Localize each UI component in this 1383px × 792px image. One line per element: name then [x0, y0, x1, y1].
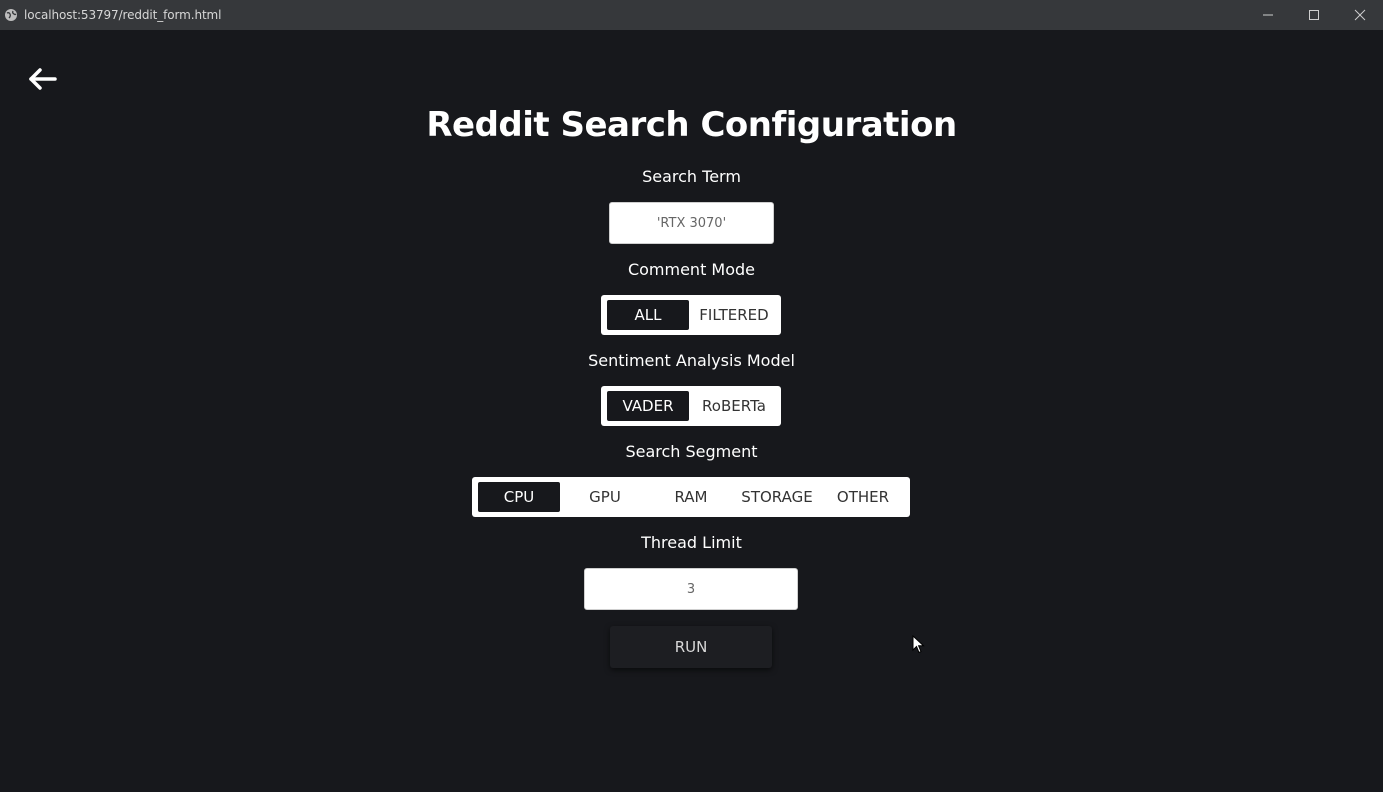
search-segment-toggle: CPU GPU RAM STORAGE OTHER [472, 477, 910, 517]
browser-titlebar: localhost:53797/reddit_form.html [0, 0, 1383, 30]
search-segment-option-storage[interactable]: STORAGE [736, 482, 818, 512]
search-segment-option-gpu[interactable]: GPU [564, 482, 646, 512]
minimize-icon [1263, 14, 1273, 16]
search-term-input[interactable] [609, 202, 774, 244]
search-segment-option-ram[interactable]: RAM [650, 482, 732, 512]
maximize-icon [1309, 10, 1319, 20]
back-button[interactable] [27, 65, 59, 93]
mouse-cursor-icon [912, 635, 925, 654]
page-content: Reddit Search Configuration Search Term … [0, 30, 1383, 792]
close-window-button[interactable] [1337, 0, 1383, 30]
comment-mode-option-all[interactable]: ALL [607, 300, 689, 330]
comment-mode-label: Comment Mode [627, 260, 756, 279]
comment-mode-toggle: ALL FILTERED [601, 295, 781, 335]
back-arrow-icon [29, 68, 57, 90]
comment-mode-option-filtered[interactable]: FILTERED [693, 300, 775, 330]
search-segment-label: Search Segment [625, 442, 758, 461]
sentiment-model-option-vader[interactable]: VADER [607, 391, 689, 421]
thread-limit-input[interactable] [584, 568, 798, 610]
window-url: localhost:53797/reddit_form.html [24, 8, 222, 22]
sentiment-model-label: Sentiment Analysis Model [588, 351, 795, 370]
run-button[interactable]: RUN [610, 626, 772, 668]
page-title: Reddit Search Configuration [426, 105, 957, 145]
search-term-label: Search Term [642, 167, 741, 186]
minimize-button[interactable] [1245, 0, 1291, 30]
sentiment-model-option-roberta[interactable]: RoBERTa [693, 391, 775, 421]
search-segment-option-other[interactable]: OTHER [822, 482, 904, 512]
maximize-button[interactable] [1291, 0, 1337, 30]
search-segment-option-cpu[interactable]: CPU [478, 482, 560, 512]
globe-icon [4, 8, 18, 22]
sentiment-model-toggle: VADER RoBERTa [601, 386, 781, 426]
thread-limit-label: Thread Limit [641, 533, 742, 552]
close-icon [1354, 9, 1366, 21]
